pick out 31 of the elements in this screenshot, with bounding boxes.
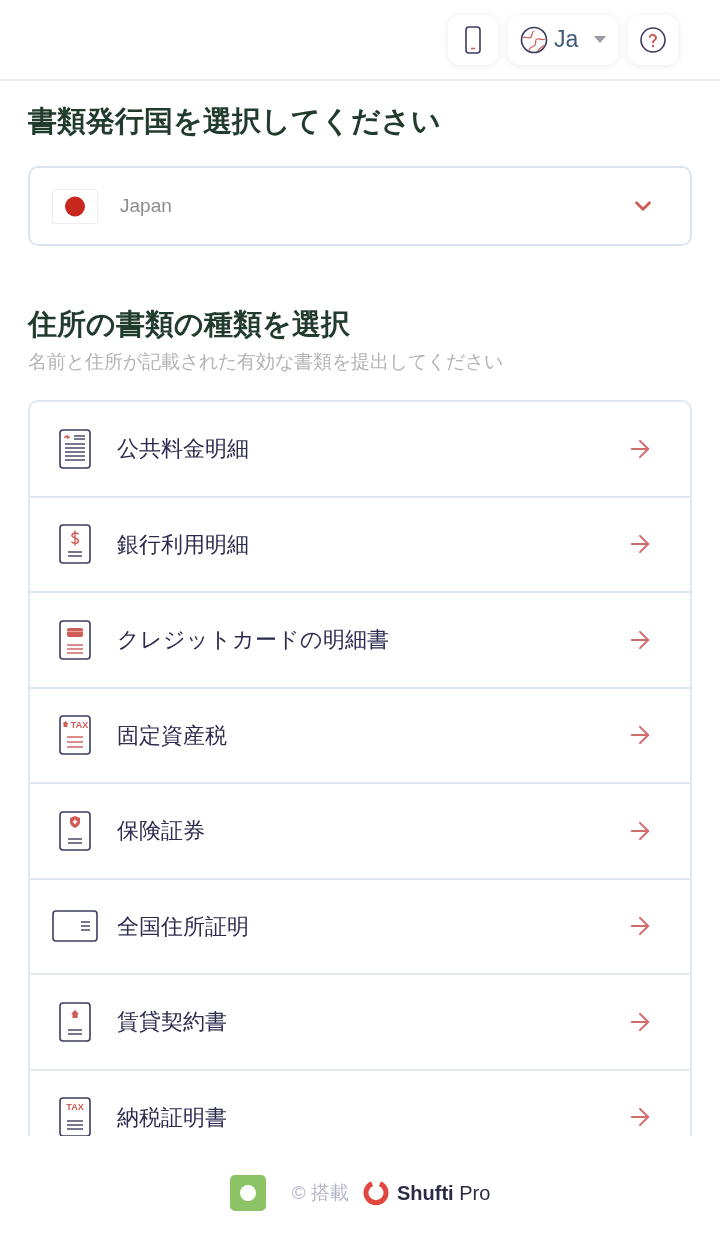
document-type-item[interactable]: 賃貸契約書 — [28, 973, 692, 1069]
caret-icon — [594, 36, 607, 43]
globe-icon — [520, 25, 548, 54]
brand-name: Shufti Pro — [396, 1181, 491, 1206]
document-type-item[interactable]: 全国住所証明 — [28, 877, 692, 973]
card-document-icon — [59, 619, 91, 660]
document-type-item[interactable]: TAX 固定資産税 — [28, 686, 692, 782]
flag-icon — [52, 188, 98, 224]
shield-document-icon — [59, 810, 91, 851]
document-type-item[interactable]: TAX 納税証明書 — [28, 1068, 692, 1136]
dollar-document-icon — [59, 524, 91, 565]
device-button[interactable] — [448, 14, 498, 65]
document-type-item[interactable]: クレジットカードの明細書 — [28, 591, 692, 687]
app-logo-icon — [229, 1175, 266, 1211]
page-title: 書類発行国を選択してください — [28, 104, 442, 139]
document-type-item[interactable]: 公共料金明細 — [28, 400, 692, 496]
help-icon — [640, 26, 666, 53]
tax-house-document-icon: TAX — [59, 715, 91, 756]
phone-icon — [465, 25, 481, 54]
document-type-item[interactable]: 保険証券 — [28, 782, 692, 878]
ring-logo-icon — [362, 1180, 389, 1206]
bill-document-icon — [59, 428, 91, 469]
house-document-icon — [59, 1001, 91, 1042]
id-card-icon — [52, 910, 98, 943]
section-hint: 名前と住所が記載された有効な書類を提出してください — [28, 350, 504, 374]
language-selector[interactable]: Ja — [508, 14, 618, 65]
powered-by-text: © 搭載 — [291, 1180, 349, 1205]
help-button[interactable] — [628, 14, 678, 65]
section-title: 住所の書類の種類を選択 — [28, 307, 351, 342]
document-type-item[interactable]: 銀行利用明細 — [28, 495, 692, 591]
tax-document-icon: TAX — [59, 1097, 91, 1136]
